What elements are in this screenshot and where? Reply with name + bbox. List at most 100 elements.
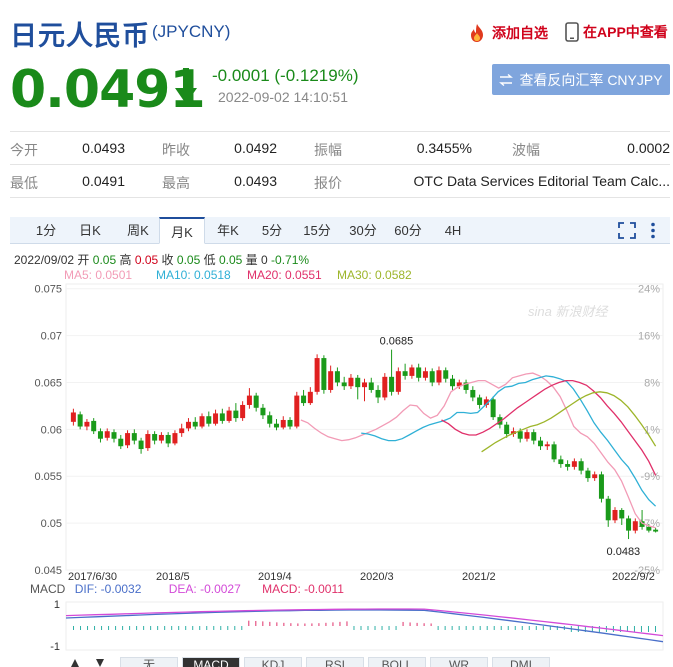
candle-body bbox=[558, 459, 564, 465]
indicator-tab-boll[interactable]: BOLL bbox=[368, 657, 426, 667]
tab-30min[interactable]: 30分 bbox=[341, 217, 385, 244]
candle-body bbox=[598, 474, 604, 499]
max-annotation: 0.0685 bbox=[380, 336, 414, 348]
indicator-tab-none[interactable]: 无 bbox=[120, 657, 178, 667]
y-tick-label: 0.075 bbox=[34, 284, 62, 296]
candle-body bbox=[477, 397, 483, 405]
app-view-button[interactable]: 在APP中查看 bbox=[565, 22, 668, 42]
y-tick-label: 0.07 bbox=[41, 331, 62, 343]
watermark: sina 新浪财经 bbox=[528, 304, 609, 319]
candle-body bbox=[605, 498, 611, 521]
period-tab-bar: 1分 日K 周K 月K 年K 5分 15分 30分 60分 4H bbox=[10, 217, 670, 244]
fullscreen-icon[interactable] bbox=[618, 222, 636, 239]
stat-value-amplitude: 0.3455% bbox=[416, 140, 472, 156]
candle-body bbox=[111, 432, 117, 439]
candle-body bbox=[416, 367, 422, 378]
stat-label-low: 最低 bbox=[10, 175, 38, 191]
stat-value-high: 0.0493 bbox=[234, 173, 277, 189]
candle-body bbox=[328, 371, 334, 390]
candle-body bbox=[389, 376, 395, 392]
y-tick-label: 0.045 bbox=[34, 565, 62, 577]
add-watch-button[interactable]: 添加自选 bbox=[466, 22, 548, 44]
candle-body bbox=[240, 404, 246, 419]
flame-icon bbox=[471, 24, 483, 42]
tab-60min[interactable]: 60分 bbox=[386, 217, 430, 244]
candle-body bbox=[646, 526, 652, 531]
swap-icon bbox=[499, 73, 514, 86]
ohlc-open-label: 开 bbox=[77, 253, 90, 267]
tab-15min[interactable]: 15分 bbox=[295, 217, 339, 244]
candle-body bbox=[612, 509, 618, 521]
candle-body bbox=[368, 382, 374, 390]
ohlc-vol-label: 量 bbox=[245, 253, 258, 267]
tab-daily[interactable]: 日K bbox=[68, 217, 112, 244]
x-tick-label: 2022/9/2 bbox=[612, 571, 655, 580]
tab-1min[interactable]: 1分 bbox=[24, 217, 68, 244]
tab-monthly[interactable]: 月K bbox=[159, 217, 205, 244]
stat-label-range: 波幅 bbox=[512, 142, 540, 158]
pct-tick-label: -9% bbox=[640, 471, 660, 483]
stat-label-high: 最高 bbox=[162, 175, 190, 191]
candle-body bbox=[450, 378, 456, 387]
app-view-label: 在APP中查看 bbox=[583, 24, 668, 40]
ohlc-close-label: 收 bbox=[161, 253, 174, 267]
x-tick-label: 2021/2 bbox=[462, 571, 496, 580]
pct-tick-label: 8% bbox=[644, 377, 660, 389]
candle-body bbox=[422, 371, 428, 378]
candle-body bbox=[375, 389, 381, 398]
page-title: 日元人民币 bbox=[10, 21, 150, 51]
macd-dif-line bbox=[65, 609, 664, 643]
more-options-icon[interactable] bbox=[650, 222, 656, 239]
candle-body bbox=[77, 414, 83, 427]
ohlc-open: 0.05 bbox=[92, 253, 117, 267]
tab-yearly[interactable]: 年K bbox=[206, 217, 250, 244]
candle-body bbox=[253, 395, 259, 408]
ohlc-low: 0.05 bbox=[218, 253, 243, 267]
candle-body bbox=[436, 370, 442, 383]
stat-value-open: 0.0493 bbox=[82, 140, 125, 156]
tab-5min[interactable]: 5分 bbox=[250, 217, 294, 244]
macd-legend: MACD DIF: -0.0032 DEA: -0.0027 MACD: -0.… bbox=[30, 582, 344, 596]
macd-dea-line bbox=[65, 608, 664, 637]
candle-body bbox=[585, 470, 591, 479]
candle-body bbox=[341, 382, 347, 387]
candle-body bbox=[402, 371, 408, 376]
candle-body bbox=[97, 431, 103, 439]
candle-body bbox=[395, 371, 401, 392]
indicator-tab-kdj[interactable]: KDJ bbox=[244, 657, 302, 667]
macd-chart[interactable]: 1 -1 bbox=[0, 596, 673, 654]
candle-body bbox=[287, 419, 293, 427]
candle-body bbox=[84, 421, 90, 427]
tab-weekly[interactable]: 周K bbox=[115, 217, 161, 244]
candle-body bbox=[578, 461, 584, 471]
y-tick-label: 0.06 bbox=[41, 424, 62, 436]
y-tick-label: 0.065 bbox=[34, 377, 62, 389]
candle-body bbox=[565, 464, 571, 467]
triangle-down-icon[interactable] bbox=[95, 658, 105, 667]
macd-dea: DEA: -0.0027 bbox=[168, 582, 241, 596]
candle-body bbox=[382, 376, 388, 398]
stat-value-prev-close: 0.0492 bbox=[234, 140, 277, 156]
candle-body bbox=[571, 461, 577, 467]
stat-value-quote-source: OTC Data Services Editorial Team Calc... bbox=[413, 173, 671, 189]
indicator-tab-macd[interactable]: MACD bbox=[182, 657, 240, 667]
pct-tick-label: 1% bbox=[644, 424, 660, 436]
indicator-tab-rsi[interactable]: RSI bbox=[306, 657, 364, 667]
tab-4h[interactable]: 4H bbox=[431, 217, 475, 244]
triangle-left-icon[interactable] bbox=[70, 658, 80, 667]
candle-body bbox=[273, 423, 279, 428]
candlestick-chart[interactable]: 0.075 24% 0.07 16% 0.065 8% 0.06 1% 0.055 -9% 0.05… bbox=[0, 280, 673, 580]
candle-body bbox=[524, 432, 530, 439]
candle-body bbox=[307, 391, 313, 404]
indicator-tab-dmi[interactable]: DMI bbox=[492, 657, 550, 667]
candle-body bbox=[104, 431, 110, 438]
indicator-tab-wr[interactable]: WR bbox=[430, 657, 488, 667]
ma-line-ma30 bbox=[481, 391, 657, 453]
min-annotation: 0.0483 bbox=[607, 546, 641, 558]
candle-body bbox=[531, 432, 537, 441]
candle-body bbox=[152, 434, 158, 441]
macd-label: MACD bbox=[30, 582, 66, 596]
candle-body bbox=[213, 413, 219, 424]
candle-body bbox=[348, 377, 354, 387]
reverse-rate-button[interactable]: 查看反向汇率 CNYJPY bbox=[492, 64, 670, 95]
